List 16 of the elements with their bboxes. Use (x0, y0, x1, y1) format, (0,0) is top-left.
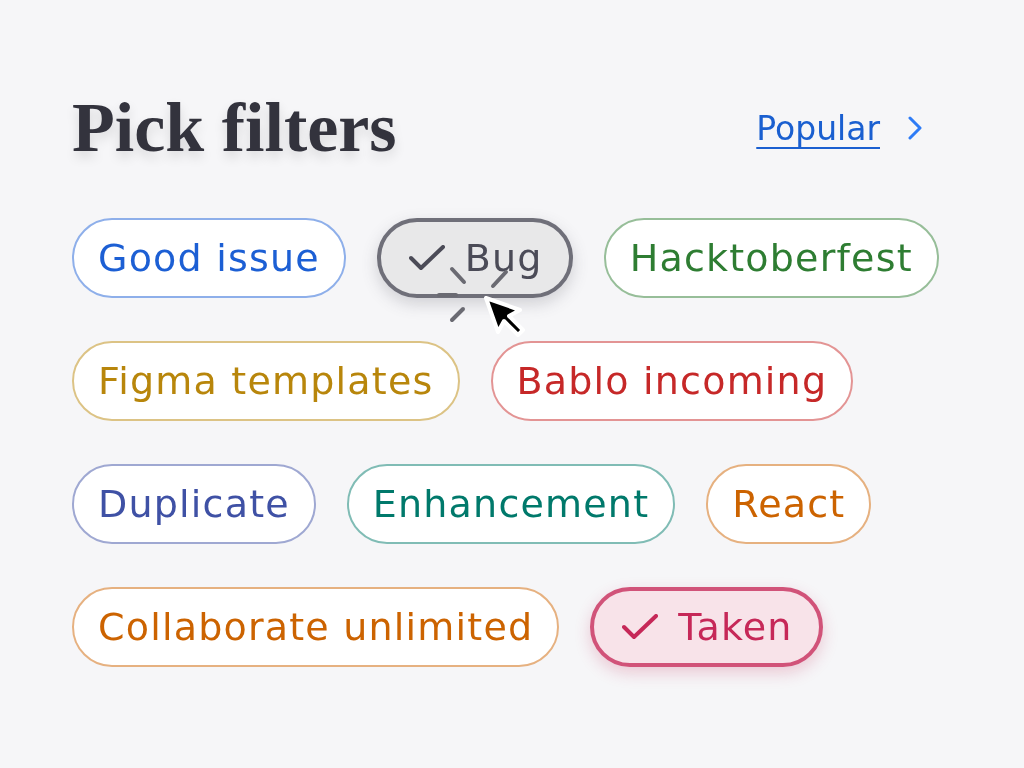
filter-chip[interactable]: Duplicate (72, 464, 316, 544)
popular-link[interactable]: Popular (756, 108, 880, 148)
filter-chip[interactable]: Good issue (72, 218, 346, 298)
filter-chip[interactable]: Enhancement (346, 464, 676, 544)
check-icon (622, 614, 659, 640)
filter-chip[interactable]: Bablo incoming (490, 341, 854, 421)
check-icon (408, 245, 445, 271)
page-title: Pick filters (72, 88, 397, 168)
filter-chip[interactable]: Collaborate unlimited (72, 587, 560, 667)
chevron-right-icon[interactable] (908, 116, 922, 140)
filter-chip[interactable]: Taken (590, 587, 823, 667)
pointer-cursor-icon (482, 294, 528, 340)
filter-chip[interactable]: Hacktoberfest (603, 218, 939, 298)
filter-chip[interactable]: Bug (376, 218, 573, 298)
filter-chip[interactable]: React (706, 464, 872, 544)
filter-chip[interactable]: Figma templates (72, 341, 460, 421)
